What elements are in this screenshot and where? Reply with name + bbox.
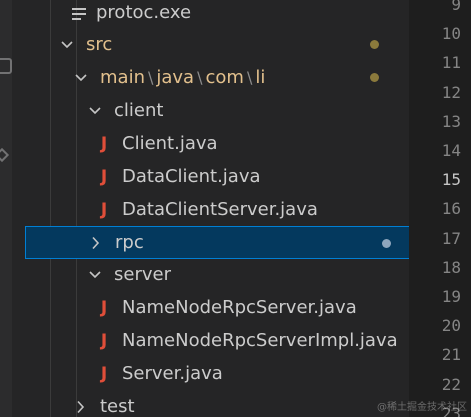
modified-status-dot	[370, 73, 379, 82]
tree-item-namenoderpcserver-java[interactable]: J NameNodeRpcServer.java	[12, 291, 409, 324]
line-number: 19	[441, 287, 461, 306]
tree-item-label: src	[86, 34, 113, 55]
tree-item-label: protoc.exe	[96, 2, 192, 23]
editor-line-gutter: 9 10 11 12 13 14 15 16 17 18 19 20 21 22 23	[409, 0, 471, 417]
lines-file-icon	[72, 7, 86, 20]
line-number: 13	[441, 111, 461, 131]
java-icon: J	[100, 363, 108, 384]
tree-item-server-java[interactable]: J Server.java	[12, 357, 409, 390]
untracked-status-dot	[382, 239, 391, 248]
path-separator: \	[246, 68, 253, 87]
line-number: 12	[441, 82, 461, 102]
line-number: 9	[451, 0, 461, 14]
tree-item-rpc[interactable]: rpc	[25, 226, 414, 259]
java-icon: J	[100, 199, 108, 220]
tree-item-label: DataClientServer.java	[122, 199, 318, 220]
vscode-window: protoc.exe src main \ java \ com \ li client J Clie…	[0, 0, 471, 417]
modified-status-dot	[370, 40, 379, 49]
line-number: 21	[441, 345, 461, 365]
line-number: 14	[441, 141, 461, 160]
file-explorer: protoc.exe src main \ java \ com \ li client J Clie…	[12, 0, 414, 417]
chevron-down-icon[interactable]	[86, 102, 104, 120]
tree-item-namenoderpcserverimpl-java[interactable]: J NameNodeRpcServerImpl.java	[12, 324, 409, 357]
line-number: 16	[441, 199, 461, 219]
source-control-icon[interactable]	[0, 58, 12, 74]
chevron-down-icon[interactable]	[86, 266, 104, 284]
path-segment[interactable]: java	[156, 67, 194, 88]
activity-bar	[0, 0, 12, 417]
tree-item-test[interactable]: test	[12, 390, 409, 417]
tree-item-label: DataClient.java	[122, 166, 261, 187]
line-number: 20	[441, 316, 461, 336]
watermark: @稀土掘金技术社区	[377, 402, 467, 413]
tree-item-label: Client.java	[122, 133, 218, 154]
tree-item-dataclient-java[interactable]: J DataClient.java	[12, 160, 409, 193]
line-number: 15	[441, 170, 461, 190]
tree-item-main-java-com-li[interactable]: main \ java \ com \ li	[12, 61, 409, 94]
tree-item-label: rpc	[115, 232, 144, 253]
path-separator: \	[197, 68, 203, 87]
chevron-right-icon[interactable]	[72, 398, 90, 416]
chevron-right-icon[interactable]	[87, 234, 105, 252]
tree-item-client-java[interactable]: J Client.java	[12, 127, 409, 160]
java-icon: J	[100, 166, 108, 187]
tree-item-label: NameNodeRpcServerImpl.java	[122, 330, 398, 351]
line-number: 18	[441, 257, 461, 277]
java-icon: J	[100, 297, 108, 318]
line-number: 17	[441, 228, 461, 248]
tree-item-label: main \ java \ com \ li	[100, 67, 265, 88]
tree-item-label: test	[100, 396, 135, 417]
line-number: 11	[441, 53, 461, 73]
tree-item-protoc-exe[interactable]: protoc.exe	[12, 0, 409, 29]
path-segment[interactable]: main	[100, 67, 145, 88]
path-separator: \	[147, 68, 154, 87]
tree-item-client[interactable]: client	[12, 94, 409, 127]
tree-item-label: Server.java	[122, 363, 223, 384]
tree-item-server[interactable]: server	[12, 258, 409, 291]
chevron-down-icon[interactable]	[72, 69, 90, 87]
path-segment[interactable]: com	[205, 67, 243, 88]
tree-item-label: client	[114, 100, 164, 121]
path-segment[interactable]: li	[255, 67, 265, 88]
tree-item-src[interactable]: src	[12, 28, 409, 61]
line-number: 10	[441, 24, 461, 44]
extensions-icon[interactable]	[0, 147, 10, 163]
chevron-down-icon[interactable]	[58, 36, 76, 54]
line-number: 22	[441, 374, 461, 394]
tree-item-dataclientserver-java[interactable]: J DataClientServer.java	[12, 193, 409, 226]
tree-item-label: NameNodeRpcServer.java	[122, 297, 357, 318]
tree-item-label: server	[114, 264, 171, 285]
java-icon: J	[100, 330, 108, 351]
java-icon: J	[100, 133, 108, 154]
